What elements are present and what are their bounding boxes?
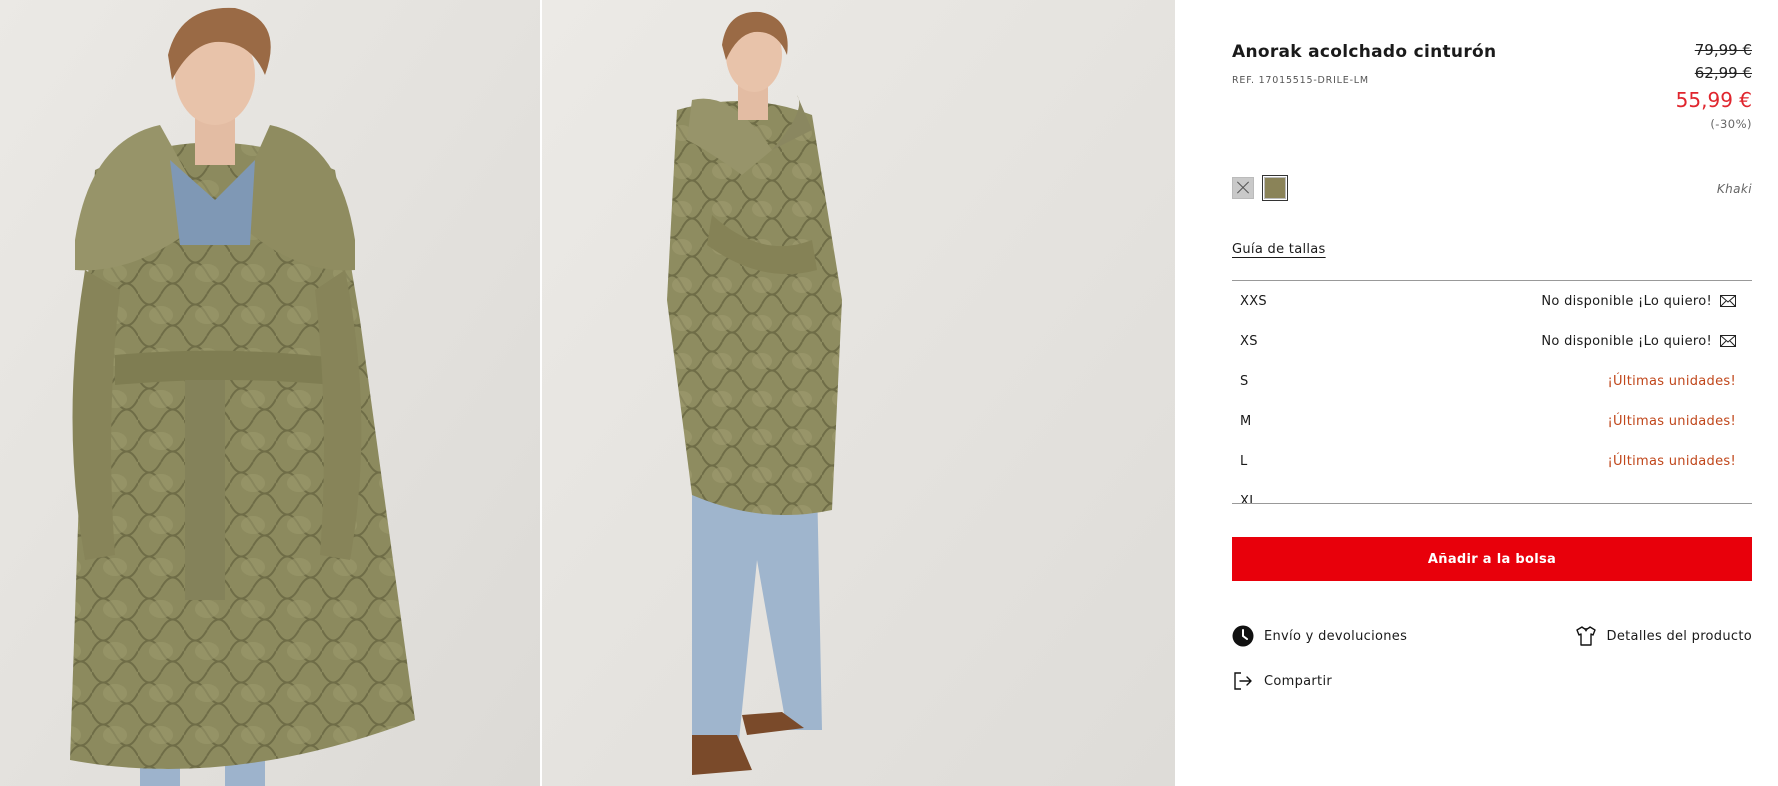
price-block: 79,99 € 62,99 € 55,99 € (-30%) (1676, 39, 1752, 135)
product-gallery (0, 0, 1175, 786)
product-details-link[interactable]: Detalles del producto (1575, 625, 1752, 647)
size-label: M (1240, 413, 1252, 429)
price-original-1: 79,99 € (1694, 41, 1752, 59)
size-label: L (1240, 453, 1248, 469)
size-label: XXS (1240, 293, 1267, 309)
size-label: XL (1240, 493, 1257, 504)
shipping-returns-label: Envío y devoluciones (1264, 628, 1408, 644)
product-details-label: Detalles del producto (1606, 628, 1752, 644)
size-status-text: ¡Últimas unidades! (1607, 453, 1736, 469)
color-swatches (1232, 175, 1288, 201)
mail-icon[interactable] (1720, 335, 1736, 347)
selected-color-name: Khaki (1716, 182, 1752, 196)
size-status-text: ¡Últimas unidades! (1607, 373, 1736, 389)
swatch-unavailable[interactable] (1232, 177, 1254, 199)
product-image-side[interactable] (542, 0, 1175, 786)
size-option-m[interactable]: M ¡Últimas unidades! (1232, 401, 1752, 441)
size-status: No disponible ¡Lo quiero! (1541, 334, 1736, 349)
add-to-bag-button[interactable]: Añadir a la bolsa (1232, 537, 1752, 581)
swatch-khaki[interactable] (1262, 175, 1288, 201)
product-info-panel: Anorak acolchado cinturón REF. 17015515-… (1232, 0, 1752, 786)
share-label: Compartir (1264, 673, 1333, 689)
model-front-illustration (0, 0, 540, 786)
product-reference: REF. 17015515-DRILE-LM (1232, 75, 1369, 86)
size-guide-link[interactable]: Guía de tallas (1232, 242, 1326, 257)
size-status-text: ¡Últimas unidades! (1607, 413, 1736, 429)
size-option-xxs[interactable]: XXS No disponible ¡Lo quiero! (1232, 281, 1752, 321)
product-image-front[interactable] (0, 0, 540, 786)
discount-badge: (-30%) (1710, 117, 1752, 131)
size-status-text: No disponible ¡Lo quiero! (1541, 333, 1712, 349)
shipping-returns-link[interactable]: Envío y devoluciones (1232, 625, 1407, 647)
size-label: XS (1240, 333, 1258, 349)
clock-icon (1232, 625, 1254, 647)
share-icon (1234, 672, 1252, 690)
shirt-icon (1575, 626, 1596, 646)
size-option-s[interactable]: S ¡Últimas unidades! (1232, 361, 1752, 401)
mail-icon[interactable] (1720, 295, 1736, 307)
size-label: S (1240, 373, 1249, 389)
price-original-2: 62,99 € (1694, 64, 1752, 82)
size-option-xl[interactable]: XL (1232, 481, 1752, 504)
share-link[interactable]: Compartir (1232, 670, 1332, 692)
size-status-text: No disponible ¡Lo quiero! (1541, 293, 1712, 309)
product-title: Anorak acolchado cinturón (1232, 42, 1497, 62)
size-option-l[interactable]: L ¡Últimas unidades! (1232, 441, 1752, 481)
size-status: No disponible ¡Lo quiero! (1541, 294, 1736, 309)
price-current: 55,99 € (1675, 88, 1752, 112)
size-selector: XXS No disponible ¡Lo quiero! XS No disp… (1232, 280, 1752, 504)
model-side-illustration (542, 0, 1175, 786)
size-option-xs[interactable]: XS No disponible ¡Lo quiero! (1232, 321, 1752, 361)
